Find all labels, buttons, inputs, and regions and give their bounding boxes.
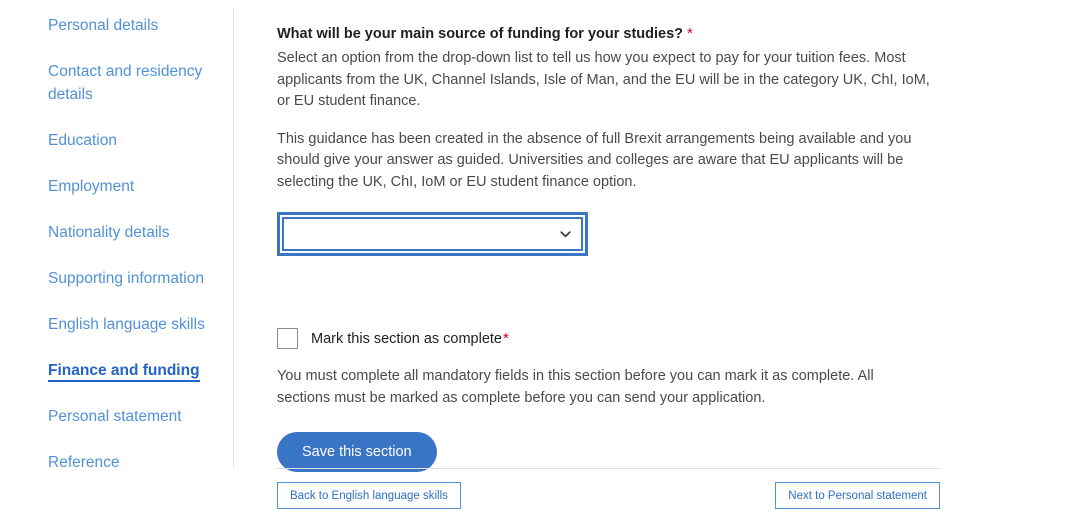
footer-navigation: Back to English language skills Next to …: [277, 482, 940, 509]
sidebar-item-personal-details[interactable]: Personal details: [0, 14, 215, 37]
question-heading: What will be your main source of funding…: [277, 24, 957, 44]
sidebar-content-divider: [233, 8, 234, 468]
mark-section-complete-label[interactable]: Mark this section as complete*: [311, 329, 509, 349]
sidebar-item-nationality-details[interactable]: Nationality details: [0, 221, 215, 244]
funding-source-select[interactable]: [282, 217, 583, 251]
sidebar-item-english-language-skills[interactable]: English language skills: [0, 313, 215, 336]
sidebar-item-personal-statement[interactable]: Personal statement: [0, 405, 215, 428]
sidebar-item-label: English language skills: [48, 316, 205, 333]
sidebar-item-label: Contact and residency details: [48, 63, 203, 103]
required-asterisk: *: [503, 329, 509, 347]
sidebar-item-supporting-information[interactable]: Supporting information: [0, 267, 215, 290]
question-description-secondary: This guidance has been created in the ab…: [277, 130, 912, 190]
sidebar-item-label: Education: [48, 132, 117, 149]
mark-complete-row: Mark this section as complete*: [277, 328, 957, 349]
sidebar-item-label: Reference: [48, 454, 120, 471]
next-to-personal-statement-button[interactable]: Next to Personal statement: [775, 482, 940, 509]
sidebar-item-label: Personal details: [48, 17, 159, 34]
sidebar-item-contact-and-residency-details[interactable]: Contact and residency details: [0, 60, 215, 106]
required-asterisk: *: [687, 25, 693, 42]
sidebar-item-education[interactable]: Education: [0, 129, 215, 152]
sidebar-item-label: Nationality details: [48, 224, 170, 241]
chevron-down-icon: [559, 228, 572, 241]
sidebar-item-reference[interactable]: Reference: [0, 451, 215, 474]
application-form-page: Personal details Contact and residency d…: [0, 0, 1078, 526]
sidebar-item-label: Finance and funding: [48, 362, 200, 382]
mark-complete-helper-text: You must complete all mandatory fields i…: [277, 368, 874, 406]
sidebar-item-label: Personal statement: [48, 408, 182, 425]
footer-divider: [277, 468, 940, 469]
question-description-primary: Select an option from the drop-down list…: [277, 50, 930, 109]
mark-section-complete-checkbox[interactable]: [277, 328, 298, 349]
back-to-english-language-skills-button[interactable]: Back to English language skills: [277, 482, 461, 509]
save-this-section-button[interactable]: Save this section: [277, 432, 437, 472]
sidebar-item-finance-and-funding[interactable]: Finance and funding: [0, 359, 215, 382]
sidebar-item-label: Employment: [48, 178, 135, 195]
funding-source-select-focus-ring: [277, 212, 588, 256]
main-content: What will be your main source of funding…: [277, 0, 957, 472]
checkbox-label-text: Mark this section as complete: [311, 330, 502, 347]
section-navigation-sidebar: Personal details Contact and residency d…: [0, 0, 233, 526]
sidebar-item-employment[interactable]: Employment: [0, 175, 215, 198]
sidebar-item-label: Supporting information: [48, 270, 204, 287]
question-text: What will be your main source of funding…: [277, 26, 684, 42]
